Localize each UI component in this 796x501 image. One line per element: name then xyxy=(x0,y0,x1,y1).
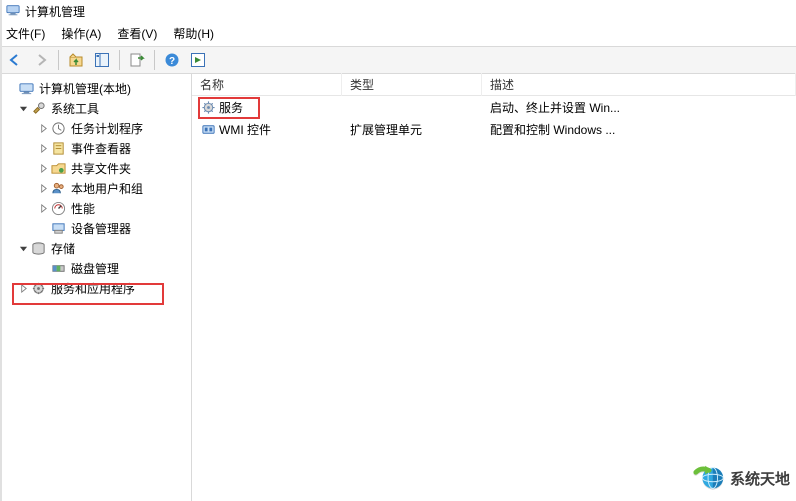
window-left-border xyxy=(0,0,2,501)
tools-icon xyxy=(30,100,46,116)
tree-task-scheduler[interactable]: 任务计划程序 xyxy=(2,118,189,138)
column-desc[interactable]: 描述 xyxy=(482,73,796,96)
folder-share-icon xyxy=(50,160,66,176)
chevron-right-icon[interactable] xyxy=(36,121,50,135)
menu-action[interactable]: 操作(A) xyxy=(61,25,101,42)
column-desc-label: 描述 xyxy=(490,78,514,92)
chevron-right-icon[interactable] xyxy=(36,201,50,215)
storage-icon xyxy=(30,240,46,256)
column-name[interactable]: 名称 xyxy=(192,73,342,96)
menubar: 文件(F) 操作(A) 查看(V) 帮助(H) xyxy=(0,22,796,46)
toolbar-separator xyxy=(154,50,155,70)
globe-arrow-icon xyxy=(692,461,726,495)
list-row-services[interactable]: 服务 启动、终止并设置 Win... xyxy=(192,96,796,118)
chevron-right-icon[interactable] xyxy=(36,141,50,155)
chevron-right-icon[interactable] xyxy=(16,281,30,295)
device-icon xyxy=(50,220,66,236)
tree-storage-label: 存储 xyxy=(49,239,77,258)
gear-icon xyxy=(200,99,216,115)
tree-shared-folders-label: 共享文件夹 xyxy=(69,159,133,178)
action-button[interactable] xyxy=(187,49,209,71)
tree-pane: ▸ 计算机管理(本地) 系统工具 任务计划程序 xyxy=(0,74,192,501)
watermark: 系统天地 xyxy=(692,461,790,495)
window-title: 计算机管理 xyxy=(25,3,85,20)
tree-performance-label: 性能 xyxy=(69,199,97,218)
row-wmi-type: 扩展管理单元 xyxy=(342,119,482,140)
titlebar: 计算机管理 xyxy=(0,0,796,22)
row-wmi-desc: 配置和控制 Windows ... xyxy=(482,119,796,140)
wmi-icon xyxy=(200,121,216,137)
tree-root[interactable]: ▸ 计算机管理(本地) xyxy=(2,78,189,98)
toolbar: ? xyxy=(0,46,796,74)
toolbar-separator xyxy=(58,50,59,70)
export-button[interactable] xyxy=(126,49,148,71)
tree-event-viewer-label: 事件查看器 xyxy=(69,139,133,158)
tree-event-viewer[interactable]: 事件查看器 xyxy=(2,138,189,158)
menu-view[interactable]: 查看(V) xyxy=(117,25,157,42)
tree-shared-folders[interactable]: 共享文件夹 xyxy=(2,158,189,178)
menu-file[interactable]: 文件(F) xyxy=(6,25,45,42)
event-icon xyxy=(50,140,66,156)
tree-disk-management-label: 磁盘管理 xyxy=(69,259,121,278)
svg-text:?: ? xyxy=(169,56,175,67)
back-button[interactable] xyxy=(4,49,26,71)
forward-button[interactable] xyxy=(30,49,52,71)
up-button[interactable] xyxy=(65,49,87,71)
computer-icon xyxy=(18,80,34,96)
row-services-name: 服务 xyxy=(219,99,243,116)
performance-icon xyxy=(50,200,66,216)
tree-root-label: 计算机管理(本地) xyxy=(37,79,133,98)
disk-icon xyxy=(50,260,66,276)
list-header: 名称 类型 描述 xyxy=(192,74,796,96)
app-icon xyxy=(6,3,20,20)
toolbar-separator xyxy=(119,50,120,70)
column-name-label: 名称 xyxy=(200,76,224,93)
tree-device-manager-label: 设备管理器 xyxy=(69,219,133,238)
watermark-text: 系统天地 xyxy=(730,468,790,489)
users-icon xyxy=(50,180,66,196)
chevron-right-icon[interactable] xyxy=(36,161,50,175)
content-area: ▸ 计算机管理(本地) 系统工具 任务计划程序 xyxy=(0,74,796,501)
tree-system-tools[interactable]: 系统工具 xyxy=(2,98,189,118)
show-hide-tree-button[interactable] xyxy=(91,49,113,71)
tree-disk-management[interactable]: ▸ 磁盘管理 xyxy=(2,258,189,278)
list-pane: 名称 类型 描述 服务 启动、终止并设置 Win... WMI 控件 扩展管理单… xyxy=(192,74,796,501)
tree-device-manager[interactable]: ▸ 设备管理器 xyxy=(2,218,189,238)
row-wmi-name: WMI 控件 xyxy=(219,121,271,138)
row-services-desc: 启动、终止并设置 Win... xyxy=(482,97,796,118)
clock-icon xyxy=(50,120,66,136)
tree-performance[interactable]: 性能 xyxy=(2,198,189,218)
tree-local-users[interactable]: 本地用户和组 xyxy=(2,178,189,198)
tree-storage[interactable]: 存储 xyxy=(2,238,189,258)
help-button[interactable]: ? xyxy=(161,49,183,71)
tree-services-apps-label: 服务和应用程序 xyxy=(49,279,137,298)
list-row-wmi[interactable]: WMI 控件 扩展管理单元 配置和控制 Windows ... xyxy=(192,118,796,140)
menu-help[interactable]: 帮助(H) xyxy=(173,25,214,42)
services-apps-icon xyxy=(30,280,46,296)
tree-local-users-label: 本地用户和组 xyxy=(69,179,145,198)
row-services-type xyxy=(342,105,482,109)
tree-task-scheduler-label: 任务计划程序 xyxy=(69,119,145,138)
tree-services-apps[interactable]: 服务和应用程序 xyxy=(2,278,189,298)
tree-system-tools-label: 系统工具 xyxy=(49,99,101,118)
chevron-down-icon[interactable] xyxy=(16,241,30,255)
chevron-right-icon[interactable] xyxy=(36,181,50,195)
chevron-down-icon[interactable] xyxy=(16,101,30,115)
column-type[interactable]: 类型 xyxy=(342,73,482,96)
column-type-label: 类型 xyxy=(350,78,374,92)
